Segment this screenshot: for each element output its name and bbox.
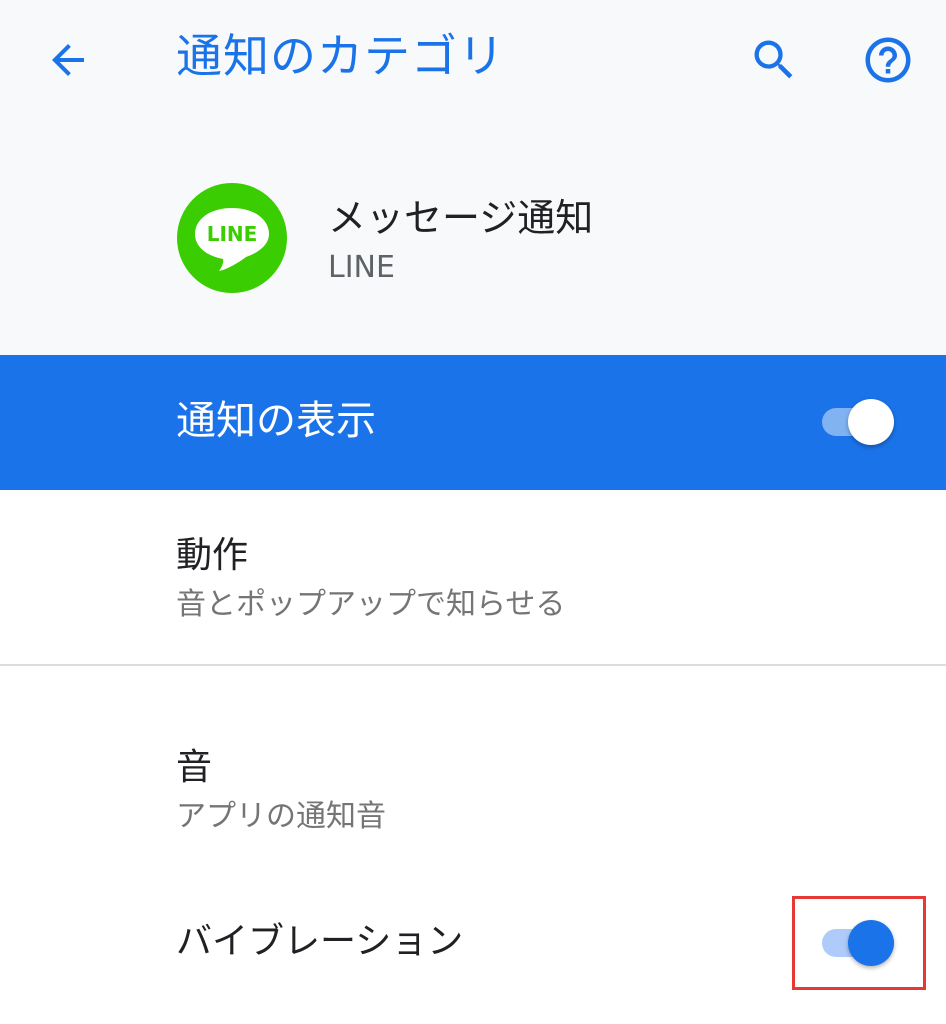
- show-notifications-row[interactable]: 通知の表示: [0, 355, 946, 490]
- show-notifications-label: 通知の表示: [176, 398, 376, 444]
- behavior-row[interactable]: 動作 音とポップアップで知らせる: [0, 490, 946, 664]
- help-button[interactable]: [858, 30, 918, 90]
- switch-thumb: [848, 399, 894, 445]
- show-notifications-switch[interactable]: [820, 395, 900, 449]
- line-app-icon: LINE: [177, 183, 287, 293]
- channel-header: LINE メッセージ通知 LINE: [0, 118, 946, 355]
- page-title: 通知のカテゴリ: [176, 29, 505, 83]
- back-button[interactable]: [38, 30, 98, 90]
- help-icon: [865, 37, 911, 83]
- sound-row[interactable]: 音 アプリの通知音: [0, 666, 946, 866]
- search-button[interactable]: [744, 30, 804, 90]
- arrow-back-icon: [52, 44, 84, 76]
- app-name: LINE: [328, 250, 395, 285]
- notification-category-screen: 通知のカテゴリ LINE メッセージ通知 LINE 通知の表示 動作 音とポップ…: [0, 0, 946, 1024]
- line-logo-text: LINE: [207, 222, 258, 246]
- behavior-title: 動作: [176, 535, 249, 576]
- channel-name: メッセージ通知: [328, 196, 594, 240]
- behavior-subtitle: 音とポップアップで知らせる: [176, 587, 566, 622]
- vibration-title: バイブレーション: [176, 921, 464, 962]
- sound-title: 音: [176, 747, 213, 788]
- highlight-annotation-box: [792, 896, 926, 990]
- app-bar: 通知のカテゴリ: [0, 0, 946, 118]
- sound-subtitle: アプリの通知音: [176, 799, 386, 834]
- search-icon: [754, 40, 793, 79]
